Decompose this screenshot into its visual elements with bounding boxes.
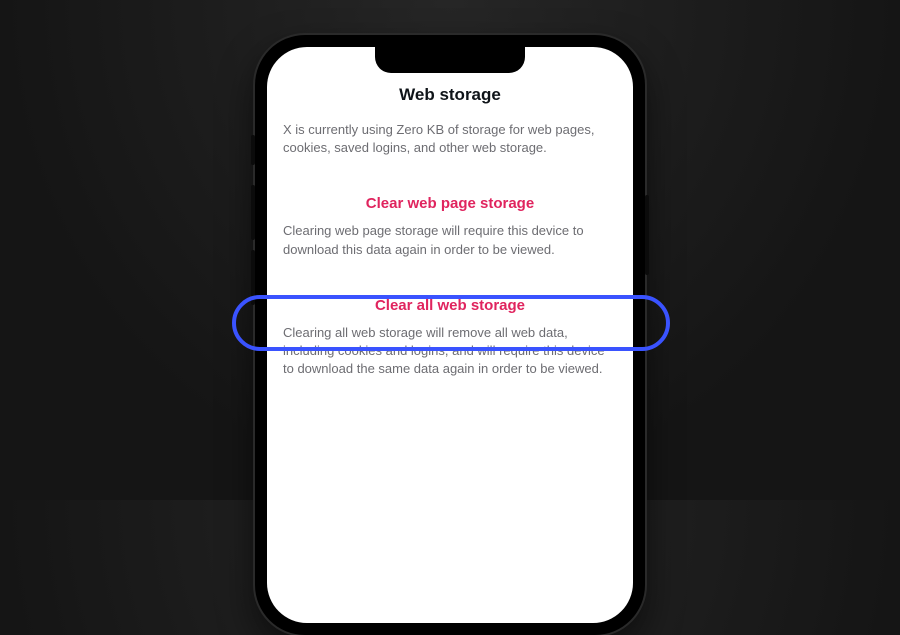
phone-screen: Web storage X is currently using Zero KB… (267, 47, 633, 623)
phone-mute-switch (251, 135, 255, 165)
phone-notch (375, 47, 525, 73)
clear-all-storage-section: Clear all web storage Clearing all web s… (267, 287, 633, 383)
clear-web-page-storage-button[interactable]: Clear web page storage (267, 185, 633, 220)
clear-all-web-storage-button[interactable]: Clear all web storage (267, 287, 633, 322)
phone-volume-up (251, 185, 255, 240)
phone-volume-down (251, 250, 255, 305)
phone-device-frame: Web storage X is currently using Zero KB… (255, 35, 645, 635)
storage-usage-text: X is currently using Zero KB of storage … (267, 115, 633, 161)
clear-page-storage-section: Clear web page storage Clearing web page… (267, 185, 633, 262)
clear-all-web-storage-description: Clearing all web storage will remove all… (267, 322, 633, 383)
settings-content: Web storage X is currently using Zero KB… (267, 47, 633, 382)
phone-power-button (645, 195, 649, 275)
clear-web-page-storage-description: Clearing web page storage will require t… (267, 220, 633, 262)
page-title: Web storage (267, 77, 633, 115)
